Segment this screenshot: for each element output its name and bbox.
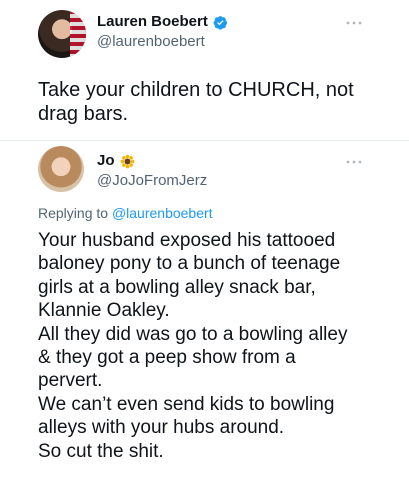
author-name-row[interactable]: Lauren Boebert (97, 13, 228, 31)
reply-author-handle[interactable]: @JoJoFromJerz (97, 172, 207, 190)
reply-author-name-row[interactable]: Jo (97, 152, 135, 170)
tweet-reply: Jo @JoJoFromJerz Replying to @laurenboeb… (0, 141, 409, 500)
reply-more-horizontal-icon[interactable] (345, 155, 363, 169)
flag-backdrop (70, 10, 86, 58)
author-name[interactable]: Lauren Boebert (97, 13, 208, 31)
reply-text: Your husband exposed his tattooed balone… (38, 230, 348, 462)
verified-badge-icon (213, 15, 227, 30)
sunflower-emoji-icon (120, 154, 134, 168)
tweet-text: Take your children to CHURCH, not drag b… (38, 79, 354, 125)
replying-to-label: Replying to (38, 205, 109, 221)
reply-author-avatar[interactable] (38, 146, 84, 192)
tweet-main: Lauren Boebert @laurenboebert Take your … (0, 0, 409, 140)
replying-to-line: Replying to @laurenboebert (38, 205, 213, 222)
replying-to-mention[interactable]: @laurenboebert (112, 205, 213, 221)
author-avatar[interactable] (38, 10, 86, 58)
author-handle[interactable]: @laurenboebert (97, 33, 205, 51)
more-horizontal-icon[interactable] (345, 16, 363, 30)
reply-author-name[interactable]: Jo (97, 152, 115, 170)
